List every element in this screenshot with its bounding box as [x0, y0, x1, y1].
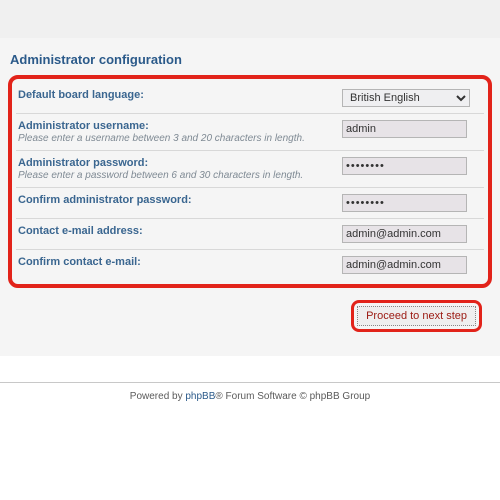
config-panel: Administrator configuration Default boar… [0, 38, 500, 356]
username-input[interactable] [342, 120, 467, 138]
footer-link[interactable]: phpBB [185, 391, 215, 402]
language-select[interactable]: British English [342, 89, 470, 107]
language-label: Default board language: [18, 89, 342, 101]
password-input[interactable] [342, 157, 467, 175]
confirm-email-label: Confirm contact e-mail: [18, 256, 342, 268]
confirm-password-label: Confirm administrator password: [18, 194, 342, 206]
row-confirm-password: Confirm administrator password: [16, 188, 484, 219]
row-password: Administrator password: Please enter a p… [16, 151, 484, 188]
confirm-password-input[interactable] [342, 194, 467, 212]
row-username: Administrator username: Please enter a u… [16, 114, 484, 151]
button-area: Proceed to next step [8, 288, 492, 338]
proceed-highlight: Proceed to next step [351, 300, 482, 332]
fields-highlight: Default board language: British English … [8, 75, 492, 288]
password-hint: Please enter a password between 6 and 30… [18, 170, 342, 181]
row-email: Contact e-mail address: [16, 219, 484, 250]
footer-prefix: Powered by [130, 391, 186, 402]
email-input[interactable] [342, 225, 467, 243]
proceed-button[interactable]: Proceed to next step [357, 306, 476, 326]
password-label: Administrator password: [18, 157, 342, 169]
username-label: Administrator username: [18, 120, 342, 132]
email-label: Contact e-mail address: [18, 225, 342, 237]
confirm-email-input[interactable] [342, 256, 467, 274]
footer: Powered by phpBB® Forum Software © phpBB… [0, 382, 500, 402]
section-title: Administrator configuration [8, 48, 492, 75]
row-confirm-email: Confirm contact e-mail: [16, 250, 484, 280]
username-hint: Please enter a username between 3 and 20… [18, 133, 342, 144]
footer-suffix: ® Forum Software © phpBB Group [215, 391, 370, 402]
row-language: Default board language: British English [16, 83, 484, 114]
top-bar [0, 0, 500, 38]
